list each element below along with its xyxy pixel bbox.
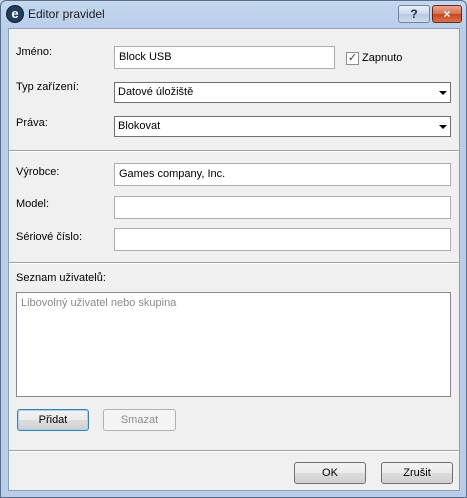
checkmark-icon: ✓ bbox=[347, 51, 358, 64]
users-label: Seznam uživatelů: bbox=[16, 272, 106, 284]
separator bbox=[9, 262, 459, 264]
dialog-body: Jméno: Block USB ✓ Zapnuto Typ zařízení:… bbox=[8, 28, 460, 491]
separator bbox=[9, 450, 459, 452]
chevron-down-icon bbox=[439, 125, 447, 129]
dialog-window: e Editor pravidel ? × Jméno: Block USB ✓… bbox=[0, 0, 467, 498]
close-icon: × bbox=[443, 7, 451, 21]
name-label: Jméno: bbox=[16, 46, 53, 58]
close-button[interactable]: × bbox=[432, 5, 462, 23]
model-input[interactable] bbox=[114, 196, 451, 219]
chevron-down-icon bbox=[439, 91, 447, 95]
rights-select[interactable]: Blokovat bbox=[114, 116, 451, 137]
remove-user-button[interactable]: Smazat bbox=[103, 409, 176, 431]
device-type-value: Datové úložiště bbox=[118, 86, 194, 98]
device-type-label: Typ zařízení: bbox=[16, 81, 79, 93]
enabled-checkbox[interactable]: ✓ bbox=[346, 51, 359, 65]
separator bbox=[9, 150, 459, 152]
window-title: Editor pravidel bbox=[28, 7, 105, 21]
vendor-input[interactable]: Games company, Inc. bbox=[114, 163, 451, 186]
model-label: Model: bbox=[16, 198, 50, 210]
name-input-value: Block USB bbox=[119, 51, 172, 63]
cancel-button[interactable]: Zrušit bbox=[381, 462, 453, 484]
help-icon: ? bbox=[410, 7, 418, 21]
users-list[interactable]: Libovolný uživatel nebo skupina bbox=[16, 292, 451, 397]
device-type-select[interactable]: Datové úložiště bbox=[114, 82, 451, 103]
users-list-placeholder: Libovolný uživatel nebo skupina bbox=[21, 297, 177, 309]
name-input[interactable]: Block USB bbox=[114, 46, 335, 69]
rights-value: Blokovat bbox=[118, 120, 161, 132]
ok-button[interactable]: OK bbox=[294, 462, 366, 484]
vendor-label: Výrobce: bbox=[16, 166, 60, 178]
add-user-button[interactable]: Přidat bbox=[17, 409, 89, 431]
eset-logo-icon: e bbox=[6, 5, 24, 23]
enabled-label[interactable]: Zapnuto bbox=[362, 52, 402, 64]
vendor-input-value: Games company, Inc. bbox=[119, 168, 226, 180]
serial-label: Sériové číslo: bbox=[16, 231, 83, 243]
serial-input[interactable] bbox=[114, 228, 451, 251]
title-bar[interactable]: e Editor pravidel ? × bbox=[1, 1, 466, 29]
rights-label: Práva: bbox=[16, 117, 48, 129]
help-button[interactable]: ? bbox=[398, 5, 430, 23]
